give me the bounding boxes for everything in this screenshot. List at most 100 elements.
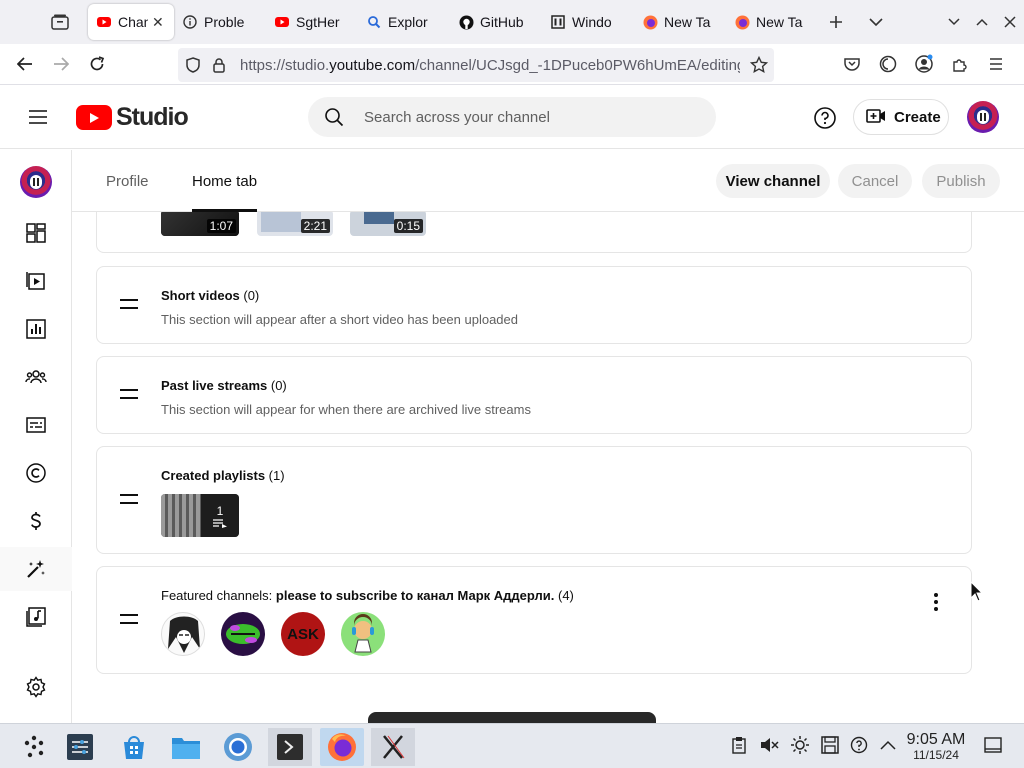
featured-channel-avatar[interactable] (161, 612, 205, 656)
featured-channel-avatar[interactable] (341, 612, 385, 656)
software-store-icon[interactable] (112, 728, 156, 766)
tab-list-chevron-icon[interactable] (862, 8, 890, 36)
chromium-icon[interactable] (216, 728, 260, 766)
section-description: This section will appear after a short v… (161, 312, 518, 327)
tab-problem[interactable]: Proble (174, 4, 266, 40)
featured-channel-avatar[interactable]: ASK (281, 612, 325, 656)
sidebar-item-customization[interactable] (0, 547, 72, 591)
file-manager-icon[interactable] (164, 728, 208, 766)
firefox-sync-icon[interactable] (870, 50, 906, 78)
video-thumbnail[interactable]: 1:07 (161, 212, 239, 236)
drag-handle-icon[interactable] (120, 494, 138, 504)
maximize-chevron-icon[interactable] (968, 8, 996, 36)
sidebar-item-dashboard[interactable] (0, 211, 72, 255)
sidebar-item-copyright[interactable] (0, 451, 72, 495)
short-videos-section-card[interactable]: Short videos (0) This section will appea… (96, 266, 972, 344)
section-title: Short videos (0) (161, 288, 260, 303)
app-launcher-icon[interactable] (12, 728, 56, 766)
featured-channels-section-card[interactable]: Featured channels: please to subscribe t… (96, 566, 972, 674)
drag-handle-icon[interactable] (120, 389, 138, 399)
publish-button[interactable]: Publish (922, 164, 1000, 198)
terminal-icon[interactable] (268, 728, 312, 766)
sidebar-item-earn[interactable] (0, 499, 72, 543)
browser-nav-bar: https://studio.youtube.com/channel/UCJsg… (0, 44, 1024, 85)
more-options-icon[interactable] (933, 593, 939, 611)
channel-avatar[interactable] (20, 166, 52, 198)
account-avatar[interactable] (967, 101, 999, 133)
volume-muted-icon[interactable] (758, 734, 780, 756)
new-tab-plus-icon[interactable] (822, 8, 850, 36)
settings-gear-icon (26, 676, 46, 698)
hamburger-menu-icon[interactable] (24, 105, 52, 129)
subtitles-icon (26, 417, 46, 433)
sidebar-item-content[interactable] (0, 259, 72, 303)
drag-handle-icon[interactable] (120, 614, 138, 624)
youtube-studio-logo[interactable]: Studio (76, 103, 189, 132)
bookmark-star-icon[interactable] (748, 54, 770, 76)
tracking-shield-icon[interactable] (182, 54, 204, 76)
save-disk-icon[interactable] (819, 734, 841, 756)
system-clock[interactable]: 9:05 AM 11/15/24 (898, 731, 974, 762)
firefox-taskbar-icon[interactable] (320, 728, 364, 766)
sidebar-item-settings[interactable] (0, 665, 72, 709)
minimize-chevron-icon[interactable] (940, 8, 968, 36)
tab-sgther[interactable]: SgtHer (266, 4, 358, 40)
playlist-video-count: 1 (216, 503, 224, 518)
tab-windows[interactable]: Windo (542, 4, 634, 40)
search-favicon (366, 14, 382, 30)
tray-expand-chevron-icon[interactable] (877, 734, 899, 756)
sidebar-item-subtitles[interactable] (0, 403, 72, 447)
help-icon[interactable] (812, 105, 838, 131)
cancel-button[interactable]: Cancel (838, 164, 912, 198)
create-button[interactable]: Create (853, 99, 949, 135)
video-duration: 0:15 (393, 219, 423, 233)
show-desktop-icon[interactable] (982, 734, 1004, 756)
tab-youtube-studio[interactable]: Chan ✕ (88, 4, 174, 40)
tab-new-tab-2[interactable]: New Ta (726, 4, 818, 40)
lock-icon[interactable] (208, 54, 230, 76)
video-thumbnail[interactable]: 2:21 (257, 212, 333, 236)
tab-close-icon[interactable]: ✕ (152, 14, 164, 31)
sidebar-item-community[interactable] (0, 355, 72, 399)
sidebar-item-analytics[interactable] (0, 307, 72, 351)
playlist-thumbnail[interactable]: 1 (161, 494, 239, 537)
close-window-icon[interactable] (996, 8, 1024, 36)
tab-explore[interactable]: Explor (358, 4, 450, 40)
forward-arrow-icon[interactable] (46, 50, 76, 78)
app-menu-icon[interactable] (978, 50, 1014, 78)
address-bar[interactable]: https://studio.youtube.com/channel/UCJsg… (178, 48, 774, 82)
playlist-count-overlay: 1 (201, 494, 239, 537)
account-icon[interactable] (906, 50, 942, 78)
audio-library-icon (26, 607, 46, 627)
system-settings-icon[interactable] (58, 728, 102, 766)
back-arrow-icon[interactable] (10, 50, 40, 78)
x-app-icon[interactable] (371, 728, 415, 766)
tab-github[interactable]: GitHub (450, 4, 542, 40)
tab-new-tab-1[interactable]: New Ta (634, 4, 726, 40)
help-tray-icon[interactable] (848, 734, 870, 756)
past-live-streams-section-card[interactable]: Past live streams (0) This section will … (96, 356, 972, 434)
github-icon (458, 14, 474, 30)
tab-home[interactable]: Home tab (192, 150, 258, 212)
tab-profile[interactable]: Profile (106, 150, 149, 212)
clipboard-icon[interactable] (728, 734, 750, 756)
video-thumbnail[interactable]: 0:15 (350, 212, 426, 236)
window-controls (940, 8, 1024, 36)
drag-handle-icon[interactable] (120, 299, 138, 309)
search-input[interactable] (364, 108, 694, 126)
tab-title: SgtHer (296, 14, 340, 30)
sidebar-item-audio-library[interactable] (0, 595, 72, 639)
view-channel-button[interactable]: View channel (716, 164, 830, 198)
create-video-icon (866, 108, 886, 126)
pocket-icon[interactable] (834, 50, 870, 78)
reload-icon[interactable] (82, 50, 112, 78)
tab-title: New Ta (664, 14, 711, 30)
firefox-view-icon[interactable] (48, 12, 72, 32)
brightness-icon[interactable] (789, 734, 811, 756)
created-playlists-section-card[interactable]: Created playlists (1) 1 (96, 446, 972, 554)
customization-magic-wand-icon (27, 560, 45, 578)
extensions-icon[interactable] (942, 50, 978, 78)
channel-search[interactable] (308, 97, 716, 137)
section-description: This section will appear for when there … (161, 402, 531, 417)
featured-channel-avatar[interactable] (221, 612, 265, 656)
